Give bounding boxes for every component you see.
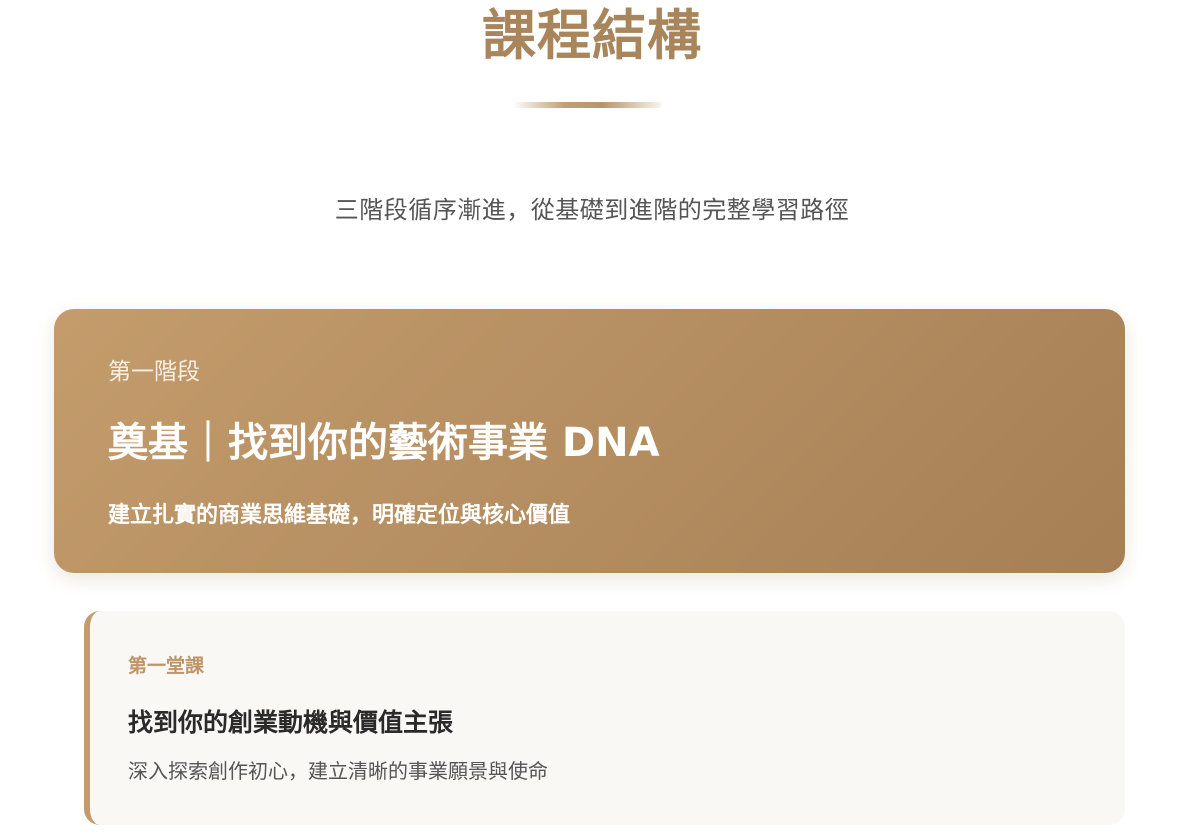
phase-title: 奠基｜找到你的藝術事業 DNA [108,420,660,466]
title-divider [512,102,662,108]
page-title: 課程結構 [482,3,702,67]
phase-card: 第一階段 奠基｜找到你的藝術事業 DNA 建立扎實的商業思維基礎，明確定位與核心… [54,309,1125,573]
lesson-card: 第一堂課 找到你的創業動機與價值主張 深入探索創作初心，建立清晰的事業願景與使命 [84,611,1125,825]
phase-description: 建立扎實的商業思維基礎，明確定位與核心價值 [108,503,571,528]
lesson-label: 第一堂課 [128,655,205,677]
lesson-title: 找到你的創業動機與價值主張 [128,708,454,737]
section-subtitle: 三階段循序漸進，從基礎到進階的完整學習路徑 [334,196,850,224]
phase-label: 第一階段 [108,359,200,385]
lesson-description: 深入探索創作初心，建立清晰的事業願景與使命 [128,759,548,783]
